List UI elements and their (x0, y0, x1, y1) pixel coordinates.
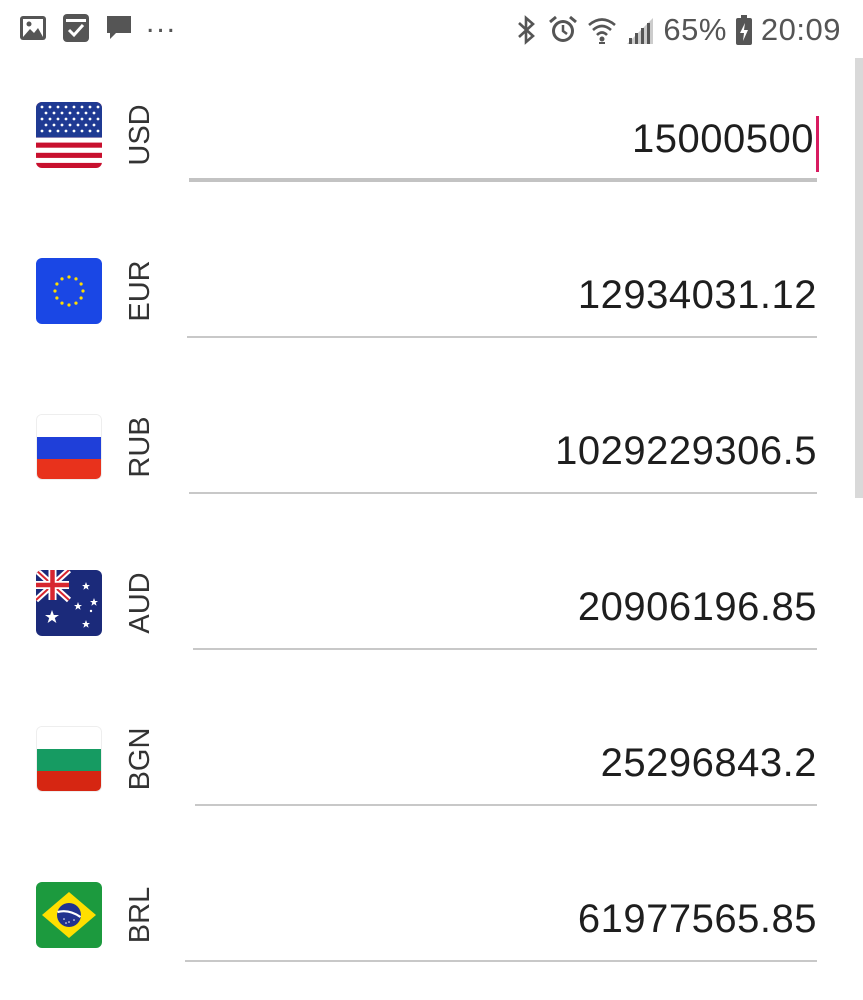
currency-code: RUB (124, 416, 156, 478)
signal-icon (625, 14, 655, 46)
checklist-icon (60, 12, 92, 44)
currency-row-rub[interactable]: RUB 1029229306.5 (0, 370, 863, 526)
alarm-icon (547, 14, 579, 46)
text-cursor (816, 116, 819, 172)
bg-flag-icon (36, 726, 102, 792)
amount-underline (193, 648, 817, 650)
amount-underline (189, 178, 817, 182)
br-flag-icon (36, 882, 102, 948)
amount-underline (185, 960, 817, 962)
ru-flag-icon (36, 414, 102, 480)
amount-input[interactable]: 20906196.85 (578, 572, 817, 642)
amount-input[interactable]: 12934031.12 (578, 260, 817, 330)
amount-underline (187, 336, 817, 338)
currency-row-aud[interactable]: AUD 20906196.85 (0, 526, 863, 682)
currency-row-eur[interactable]: EUR 12934031.12 (0, 214, 863, 370)
currency-code: EUR (124, 260, 156, 322)
amount-input[interactable]: 61977565.85 (578, 884, 817, 954)
currency-code: BRL (124, 886, 156, 944)
currency-row-usd[interactable]: USD 15000500 (0, 58, 863, 214)
amount-underline (195, 804, 817, 806)
amount-input[interactable]: 25296843.2 (601, 728, 817, 798)
wifi-icon (587, 14, 617, 46)
more-notifications: ... (146, 6, 178, 39)
currency-row-bgn[interactable]: BGN 25296843.2 (0, 682, 863, 838)
battery-percent: 65% (663, 12, 727, 47)
au-flag-icon (36, 570, 102, 636)
eu-flag-icon (36, 258, 102, 324)
currency-row-brl[interactable]: BRL 61977565.85 (0, 838, 863, 994)
us-flag-icon (36, 102, 102, 168)
amount-input[interactable]: 1029229306.5 (555, 416, 817, 486)
currency-code: AUD (124, 572, 156, 634)
currency-code: USD (124, 104, 156, 166)
amount-underline (189, 492, 817, 494)
currency-code: BGN (124, 727, 156, 791)
status-bar: ... 65% 20:09 (0, 0, 863, 62)
bluetooth-icon (515, 14, 539, 46)
amount-input[interactable]: 15000500 (632, 104, 814, 174)
clock-time: 20:09 (760, 12, 841, 47)
battery-icon (735, 14, 753, 46)
image-icon (18, 13, 48, 43)
chat-bubble-icon (104, 13, 134, 43)
